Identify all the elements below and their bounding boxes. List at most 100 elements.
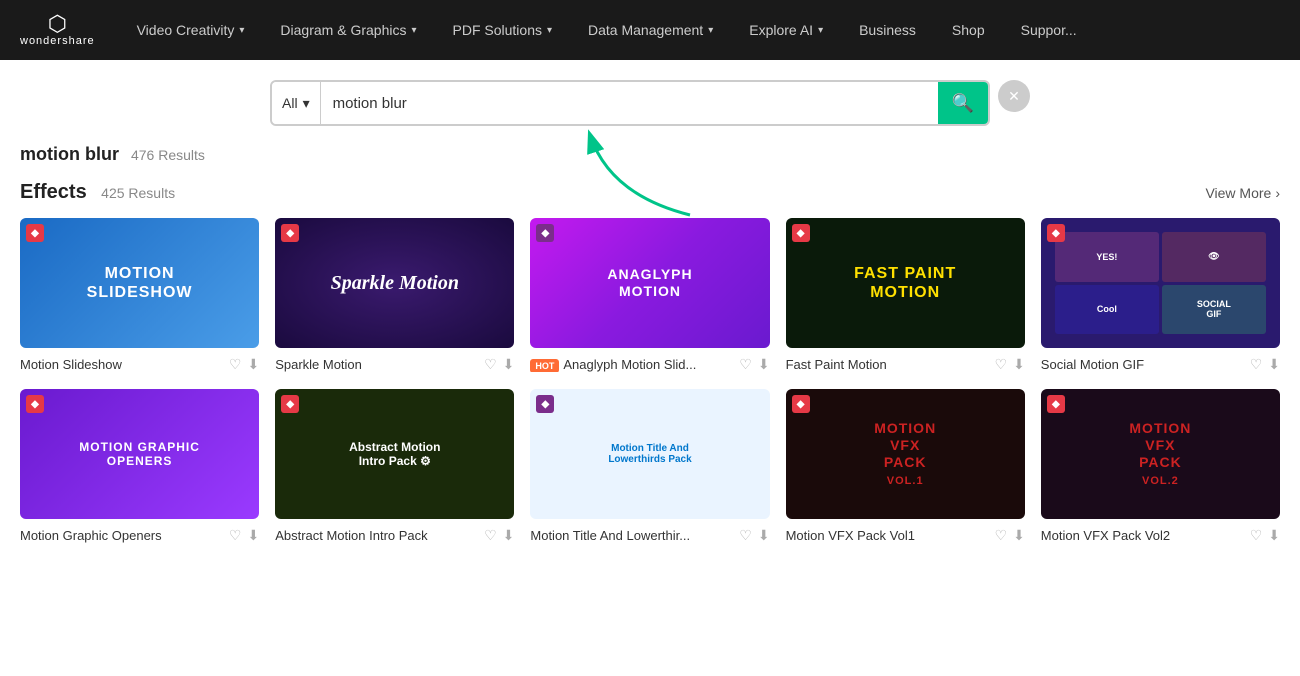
badge-icon: ◆: [1047, 224, 1065, 242]
like-button[interactable]: ♡: [1250, 356, 1263, 373]
nav-pdf-solutions[interactable]: PDF Solutions ▾: [439, 0, 567, 60]
card-actions: ♡ ⬇: [739, 356, 769, 373]
download-button[interactable]: ⬇: [1013, 527, 1025, 544]
thumb-inner: ◆ MOTIONSLIDESHOW: [20, 218, 259, 348]
badge-icon: ◆: [792, 395, 810, 413]
main-header: ⬡ wondershare Video Creativity ▾ Diagram…: [0, 0, 1300, 60]
view-more-button[interactable]: View More ›: [1205, 185, 1280, 201]
badge-icon: ◆: [792, 224, 810, 242]
clear-search-button[interactable]: ✕: [998, 80, 1030, 112]
badge-icon: ◆: [281, 395, 299, 413]
card-info: Sparkle Motion ♡ ⬇: [275, 356, 514, 373]
card-thumbnail: ◆ FAST PAINTMOTION: [786, 218, 1025, 348]
chevron-icon: ▾: [239, 25, 244, 36]
thumb-inner: ◆ Motion Title AndLowerthirds Pack: [530, 389, 769, 519]
download-button[interactable]: ⬇: [1013, 356, 1025, 373]
card-sparkle-motion[interactable]: ◆ Sparkle Motion Sparkle Motion ♡ ⬇: [275, 218, 514, 373]
like-button[interactable]: ♡: [995, 356, 1008, 373]
card-info: Motion VFX Pack Vol1 ♡ ⬇: [786, 527, 1025, 544]
nav-business[interactable]: Business: [845, 0, 930, 60]
card-actions: ♡ ⬇: [1250, 527, 1280, 544]
card-name: Motion VFX Pack Vol2: [1041, 528, 1250, 543]
download-button[interactable]: ⬇: [503, 356, 515, 373]
card-title-pack[interactable]: ◆ Motion Title AndLowerthirds Pack Motio…: [530, 389, 769, 544]
badge-icon: ◆: [26, 395, 44, 413]
card-thumbnail: ◆ MOTIONSLIDESHOW: [20, 218, 259, 348]
card-name: Motion Slideshow: [20, 357, 229, 372]
badge-icon: ◆: [281, 224, 299, 242]
search-box: All ▾ 🔍: [270, 80, 990, 126]
card-name: Fast Paint Motion: [786, 357, 995, 372]
search-input[interactable]: [321, 95, 938, 112]
card-vfx-vol2[interactable]: ◆ MOTIONVFXPACKVOL.2 Motion VFX Pack Vol…: [1041, 389, 1280, 544]
card-info: Fast Paint Motion ♡ ⬇: [786, 356, 1025, 373]
card-actions: ♡ ⬇: [995, 356, 1025, 373]
card-name: Motion VFX Pack Vol1: [786, 528, 995, 543]
card-graphic-openers[interactable]: ◆ MOTION GRAPHICOPENERS Motion Graphic O…: [20, 389, 259, 544]
card-actions: ♡ ⬇: [995, 527, 1025, 544]
card-info: Motion VFX Pack Vol2 ♡ ⬇: [1041, 527, 1280, 544]
chevron-right-icon: ›: [1275, 185, 1280, 201]
card-info: Motion Slideshow ♡ ⬇: [20, 356, 259, 373]
nav-diagram-graphics[interactable]: Diagram & Graphics ▾: [266, 0, 430, 60]
download-button[interactable]: ⬇: [503, 527, 515, 544]
logo-text: wondershare: [20, 35, 95, 47]
like-button[interactable]: ♡: [995, 527, 1008, 544]
diamond-icon: ◆: [1052, 228, 1060, 239]
nav-support[interactable]: Suppor...: [1007, 0, 1091, 60]
diamond-icon: ◆: [797, 228, 805, 239]
card-name: Social Motion GIF: [1041, 357, 1250, 372]
download-button[interactable]: ⬇: [758, 356, 770, 373]
download-button[interactable]: ⬇: [1268, 356, 1280, 373]
card-actions: ♡ ⬇: [484, 527, 514, 544]
download-button[interactable]: ⬇: [247, 356, 259, 373]
card-motion-slideshow[interactable]: ◆ MOTIONSLIDESHOW Motion Slideshow ♡ ⬇: [20, 218, 259, 373]
nav-video-creativity[interactable]: Video Creativity ▾: [123, 0, 259, 60]
card-info: HOTAnaglyph Motion Slid... ♡ ⬇: [530, 356, 769, 373]
card-thumbnail: ◆ Sparkle Motion: [275, 218, 514, 348]
card-fast-paint[interactable]: ◆ FAST PAINTMOTION Fast Paint Motion ♡ ⬇: [786, 218, 1025, 373]
results-query: motion blur: [20, 144, 119, 165]
section-count: 425 Results: [101, 185, 175, 201]
nav-shop[interactable]: Shop: [938, 0, 999, 60]
card-info: Motion Title And Lowerthir... ♡ ⬇: [530, 527, 769, 544]
card-social-motion[interactable]: ◆ YES! 👁 Cool SOCIALGIF Social Motion GI…: [1041, 218, 1280, 373]
like-button[interactable]: ♡: [484, 356, 497, 373]
chevron-icon: ▾: [547, 25, 552, 36]
thumb-inner: ◆ FAST PAINTMOTION: [786, 218, 1025, 348]
card-name: Motion Graphic Openers: [20, 528, 229, 543]
diamond-icon: ◆: [286, 228, 294, 239]
chevron-icon: ▾: [818, 25, 823, 36]
section-title: Effects: [20, 181, 87, 203]
like-button[interactable]: ♡: [484, 527, 497, 544]
card-vfx-vol1[interactable]: ◆ MOTIONVFXPACKVOL.1 Motion VFX Pack Vol…: [786, 389, 1025, 544]
logo-icon: ⬡: [48, 13, 67, 35]
nav-explore-ai[interactable]: Explore AI ▾: [735, 0, 837, 60]
search-icon: 🔍: [952, 93, 974, 114]
effects-grid-row1: ◆ MOTIONSLIDESHOW Motion Slideshow ♡ ⬇ ◆: [20, 218, 1280, 373]
card-anaglyph-motion[interactable]: ◆ ANAGLYPHMOTION HOTAnaglyph Motion Slid…: [530, 218, 769, 373]
diamond-icon: ◆: [797, 399, 805, 410]
card-thumbnail: ◆ Abstract MotionIntro Pack ⚙: [275, 389, 514, 519]
like-button[interactable]: ♡: [739, 356, 752, 373]
hot-badge: HOT: [530, 359, 559, 372]
diamond-icon: ◆: [286, 399, 294, 410]
like-button[interactable]: ♡: [1250, 527, 1263, 544]
download-button[interactable]: ⬇: [758, 527, 770, 544]
search-category-dropdown[interactable]: All ▾: [272, 82, 321, 124]
thumb-inner: ◆ MOTIONVFXPACKVOL.1: [786, 389, 1025, 519]
like-button[interactable]: ♡: [739, 527, 752, 544]
search-button[interactable]: 🔍: [938, 80, 988, 126]
download-button[interactable]: ⬇: [1268, 527, 1280, 544]
like-button[interactable]: ♡: [229, 356, 242, 373]
card-abstract-motion[interactable]: ◆ Abstract MotionIntro Pack ⚙ Abstract M…: [275, 389, 514, 544]
card-name: HOTAnaglyph Motion Slid...: [530, 357, 739, 372]
chevron-icon: ▾: [708, 25, 713, 36]
logo[interactable]: ⬡ wondershare: [20, 13, 95, 47]
thumb-inner: ◆ MOTIONVFXPACKVOL.2: [1041, 389, 1280, 519]
nav-data-management[interactable]: Data Management ▾: [574, 0, 727, 60]
thumb-inner: ◆ YES! 👁 Cool SOCIALGIF: [1041, 218, 1280, 348]
like-button[interactable]: ♡: [229, 527, 242, 544]
download-button[interactable]: ⬇: [247, 527, 259, 544]
thumb-inner: ◆ MOTION GRAPHICOPENERS: [20, 389, 259, 519]
